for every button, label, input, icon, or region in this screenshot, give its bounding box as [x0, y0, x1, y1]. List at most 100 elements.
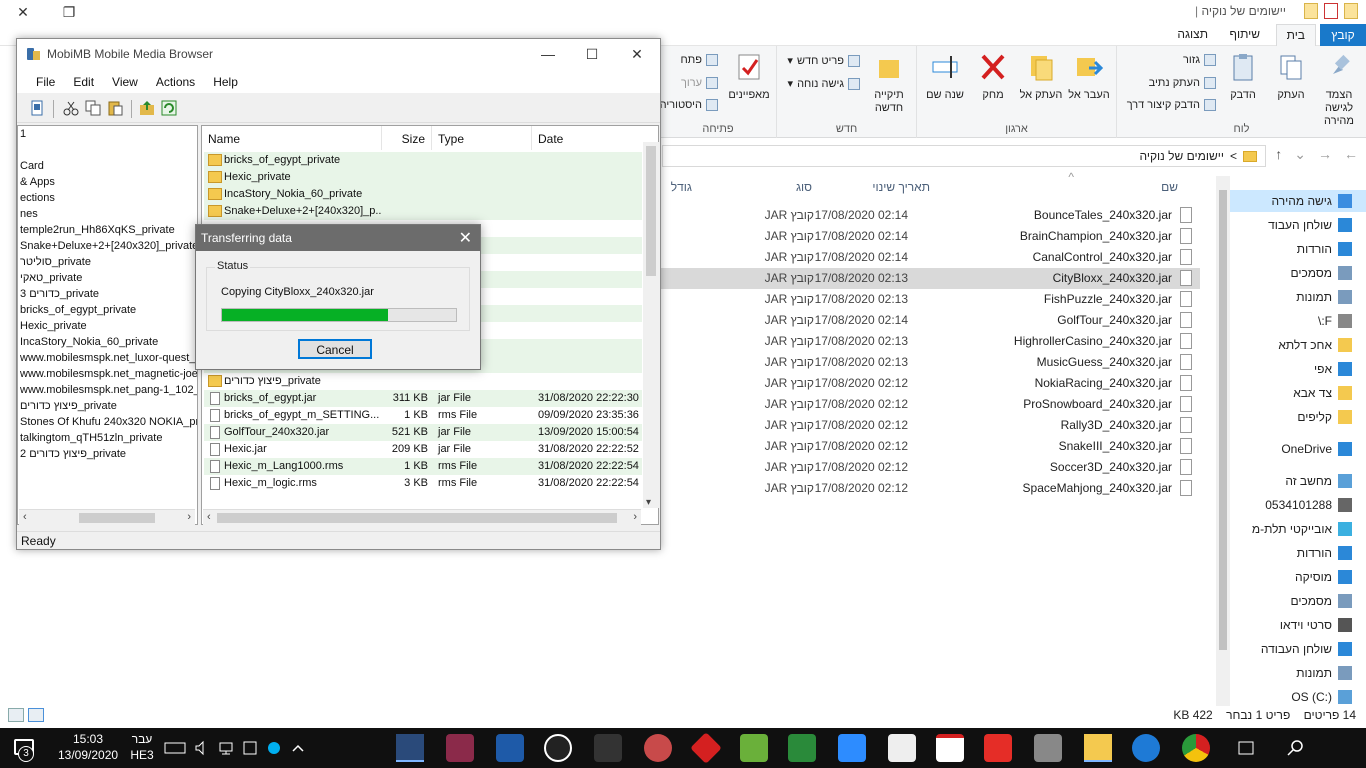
file-row[interactable]: Rally3D_240x320.jar 17/08/2020 02:12 קובץ … — [660, 415, 1200, 436]
address-bar[interactable]: > יישומים של נוקיה — [662, 145, 1266, 167]
tree-item[interactable]: www.mobilesmspk.net_magnetic-joe_ — [20, 368, 197, 384]
file-row[interactable]: HighrollerCasino_240x320.jar 17/08/2020 0… — [660, 331, 1200, 352]
nav-item[interactable]: קליפים — [1230, 406, 1366, 428]
copy-button[interactable]: העתק — [1266, 52, 1316, 102]
app-taskbar-icon[interactable] — [496, 734, 524, 762]
tree-item[interactable]: talkingtom_qTH51zln_private — [20, 432, 162, 448]
tree-item[interactable]: Card — [20, 160, 44, 176]
skype-tray-icon[interactable] — [266, 740, 282, 756]
tab-share[interactable]: שיתוף — [1219, 24, 1270, 46]
file-row[interactable]: CityBloxx_240x320.jar 17/08/2020 02:13 קוב… — [660, 268, 1200, 289]
tree-item[interactable]: temple2run_Hh86XqKS_private — [20, 224, 175, 240]
file-row[interactable]: Hexic_m_logic.rms 3 KB rms File 31/08/2020 … — [204, 475, 642, 492]
new-item-button[interactable]: פריט חדש ▾ — [787, 54, 860, 67]
file-vscrollbar[interactable]: ▾ — [643, 142, 659, 508]
nav-item[interactable]: OneDrive — [1230, 438, 1366, 460]
folder-up-icon[interactable] — [139, 100, 155, 116]
zoom-taskbar-icon[interactable] — [838, 734, 866, 762]
nav-item[interactable]: אפי — [1230, 358, 1366, 380]
file-row[interactable]: BounceTales_240x320.jar 17/08/2020 02:14 ק… — [660, 205, 1200, 226]
tree-item[interactable]: 2 פיצוץ כדורים_private — [20, 448, 126, 464]
bluestacks-taskbar-icon[interactable] — [740, 734, 768, 762]
maximize-button[interactable]: ❐ — [46, 0, 92, 24]
nav-item[interactable]: OS (C:) — [1230, 686, 1366, 708]
file-row[interactable]: bricks_of_egypt.jar 311 KB jar File 31/08/2… — [204, 390, 642, 407]
tray-app-icon[interactable] — [242, 740, 258, 756]
nav-item[interactable]: שולחן העבוד — [1230, 214, 1366, 236]
nav-item[interactable]: תמונות — [1230, 286, 1366, 308]
file-row[interactable]: FishPuzzle_240x320.jar 17/08/2020 02:13 קו… — [660, 289, 1200, 310]
close-icon[interactable]: ✕ — [459, 228, 472, 248]
nav-item[interactable]: 0534101288 — [1230, 494, 1366, 516]
file-row[interactable]: GolfTour_240x320.jar 17/08/2020 02:14 קובץ… — [660, 310, 1200, 331]
menu-file[interactable]: File — [27, 69, 64, 93]
file-row[interactable]: IncaStory_Nokia_60_private — [204, 186, 642, 203]
cut-icon[interactable] — [63, 100, 79, 116]
tree-item[interactable]: bricks_of_egypt_private — [20, 304, 136, 320]
scroll-left-icon[interactable]: ‹ — [207, 511, 211, 523]
tree-item[interactable]: ections — [20, 192, 55, 208]
file-row[interactable]: Hexic_private — [204, 169, 642, 186]
youtube-taskbar-icon[interactable] — [984, 734, 1012, 762]
file-row[interactable]: SpaceMahjong_240x320.jar 17/08/2020 02:12… — [660, 478, 1200, 499]
camera-taskbar-icon[interactable] — [888, 734, 916, 762]
copy-path-button[interactable]: העתק נתיב — [1149, 77, 1216, 89]
paste-icon[interactable] — [107, 100, 123, 116]
move-to-button[interactable]: העבר אל — [1064, 52, 1114, 102]
paste-shortcut-button[interactable]: הדבק קיצור דרך — [1127, 99, 1216, 111]
pin-quick-access-button[interactable]: הצמד לגישה מהירה — [1314, 52, 1364, 128]
tree-item[interactable]: nes — [20, 208, 38, 224]
nav-item[interactable]: מוסיקה — [1230, 566, 1366, 588]
clock[interactable]: 15:03 13/09/2020 — [58, 731, 118, 763]
nav-scrollbar[interactable] — [1216, 176, 1230, 706]
folder-icon[interactable] — [1304, 3, 1318, 19]
rename-button[interactable]: שנה שם — [920, 52, 970, 102]
calculator-taskbar-icon[interactable] — [1034, 734, 1062, 762]
mobimb-taskbar-icon[interactable] — [396, 734, 424, 762]
file-row[interactable]: NokiaRacing_240x320.jar 17/08/2020 02:12 ק… — [660, 373, 1200, 394]
menu-edit[interactable]: Edit — [64, 69, 103, 93]
breadcrumb[interactable]: יישומים של נוקיה — [1139, 149, 1224, 163]
scroll-right-icon[interactable]: › — [187, 511, 191, 523]
large-icons-view-icon[interactable] — [28, 708, 44, 722]
column-date[interactable]: Date — [532, 126, 658, 150]
properties-check-icon[interactable] — [1324, 3, 1338, 19]
scrollbar-thumb[interactable] — [79, 513, 155, 523]
paint-taskbar-icon[interactable] — [644, 734, 672, 762]
paste-button[interactable]: הדבק — [1218, 52, 1268, 102]
details-view-icon[interactable] — [8, 708, 24, 722]
maximize-button[interactable]: ☐ — [569, 39, 615, 69]
minimize-button[interactable]: — — [525, 39, 571, 69]
new-folder-icon[interactable] — [1344, 3, 1358, 19]
history-button[interactable]: היסטוריה — [660, 99, 718, 111]
tree-item[interactable]: 3 כדורים_private — [20, 288, 99, 304]
forward-arrow-icon[interactable]: → — [1318, 146, 1332, 163]
input-language[interactable]: עבר HE3 — [128, 731, 156, 763]
winrar-taskbar-icon[interactable] — [446, 734, 474, 762]
nav-item[interactable]: מחשב זה — [1230, 470, 1366, 492]
tree-item[interactable]: Hexic_private — [20, 320, 87, 336]
nav-item[interactable]: מסמכים — [1230, 262, 1366, 284]
file-explorer-taskbar-icon[interactable] — [1084, 734, 1112, 762]
tree-item[interactable]: פיצוץ כדורים_private — [20, 400, 117, 416]
tree-item[interactable]: Snake+Deluxe+2+[240x320]_private — [20, 240, 197, 256]
refresh-device-icon[interactable] — [29, 100, 45, 116]
network-icon[interactable] — [218, 740, 234, 756]
chevron-up-icon[interactable] — [290, 740, 306, 756]
search-icon[interactable] — [1286, 738, 1306, 758]
file-row[interactable]: SnakeIII_240x320.jar 17/08/2020 02:12 קובץ… — [660, 436, 1200, 457]
close-button[interactable]: ✕ — [0, 0, 46, 24]
column-date[interactable]: תאריך שינוי — [872, 180, 930, 194]
nav-item[interactable]: תמונות — [1230, 662, 1366, 684]
column-type[interactable]: סוג — [796, 180, 812, 194]
column-size[interactable]: גודל — [671, 180, 692, 194]
menu-help[interactable]: Help — [204, 69, 247, 93]
menu-actions[interactable]: Actions — [147, 69, 204, 93]
edit-button[interactable]: ערוך — [681, 77, 718, 89]
file-row[interactable]: Hexic_m_Lang1000.rms 1 KB rms File 31/08/20… — [204, 458, 642, 475]
nav-item[interactable]: אחכ דלתא — [1230, 334, 1366, 356]
copy-to-button[interactable]: העתק אל — [1016, 52, 1066, 102]
properties-button[interactable]: מאפיינים — [724, 52, 774, 102]
file-row[interactable]: Snake+Deluxe+2+[240x320]_p... — [204, 203, 642, 220]
microphone-taskbar-icon[interactable] — [594, 734, 622, 762]
